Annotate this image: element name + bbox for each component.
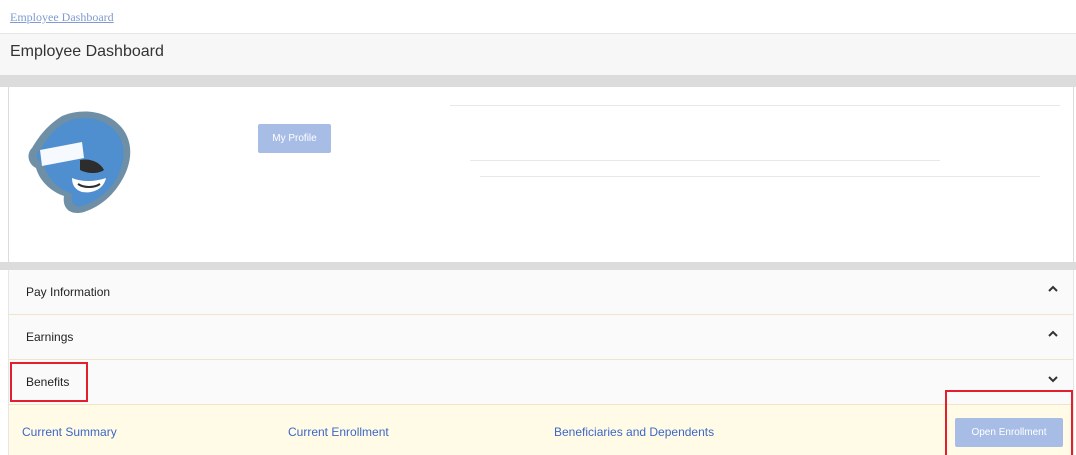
my-profile-button[interactable]: My Profile [258, 124, 331, 153]
profile-card [8, 87, 1074, 262]
accordion-label: Earnings [26, 330, 74, 344]
breadcrumb-employee-dashboard[interactable]: Employee Dashboard [10, 10, 114, 25]
accordion-pay-information[interactable]: Pay Information [8, 270, 1074, 315]
accordion-earnings[interactable]: Earnings [8, 315, 1074, 360]
benefits-highlight-box [10, 362, 88, 402]
beneficiaries-dependents-link[interactable]: Beneficiaries and Dependents [554, 425, 714, 439]
chevron-up-icon [1048, 285, 1058, 292]
current-enrollment-link[interactable]: Current Enrollment [288, 425, 389, 439]
redaction [470, 160, 940, 161]
separator [0, 262, 1076, 270]
chevron-down-icon [1048, 376, 1058, 383]
accordion-label: Pay Information [26, 285, 111, 299]
redaction [450, 105, 1060, 106]
chevron-up-icon [1048, 330, 1058, 337]
redaction [480, 176, 1040, 177]
open-enrollment-highlight-box [945, 390, 1073, 455]
benefits-links-row: Current Summary Current Enrollment Benef… [8, 405, 1074, 455]
accordion-benefits[interactable]: Benefits [8, 360, 1074, 405]
avatar [28, 111, 131, 214]
current-summary-link[interactable]: Current Summary [22, 425, 117, 439]
page-title: Employee Dashboard [10, 43, 164, 60]
separator [0, 75, 1076, 87]
